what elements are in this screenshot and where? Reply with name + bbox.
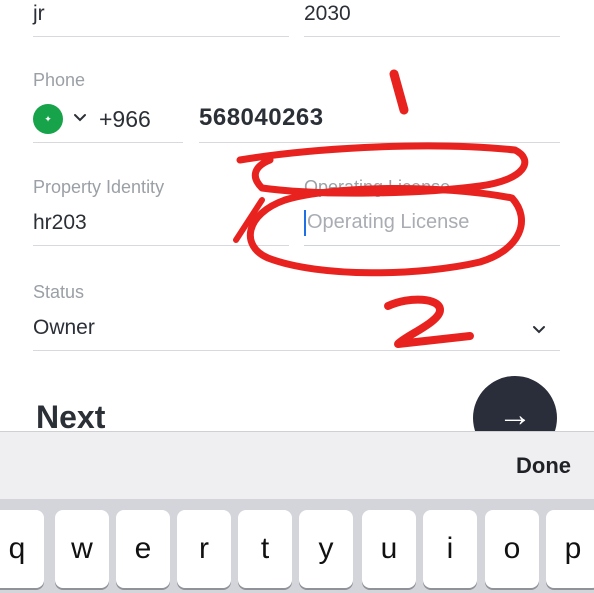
phone-number-input[interactable]: 568040263 (199, 104, 324, 132)
year-underline (304, 36, 560, 37)
key-u[interactable]: u (362, 510, 416, 588)
property-identity-input[interactable]: hr203 (33, 211, 87, 235)
arrow-right-icon: → (498, 395, 532, 434)
key-p[interactable]: p (546, 510, 594, 588)
annotation-arrow (233, 197, 265, 243)
key-w[interactable]: w (55, 510, 109, 588)
country-code[interactable]: +966 (99, 106, 151, 133)
phone-label: Phone (33, 70, 86, 90)
property-identity-underline (33, 245, 289, 246)
annotation-mark-2 (384, 295, 474, 348)
done-button[interactable]: Done (516, 453, 571, 479)
key-y[interactable]: y (299, 510, 353, 588)
status-select[interactable]: Owner (33, 316, 95, 340)
chevron-down-icon[interactable] (71, 108, 89, 126)
key-e[interactable]: e (116, 510, 170, 588)
operating-license-underline (304, 245, 560, 246)
key-t[interactable]: t (238, 510, 292, 588)
key-r[interactable]: r (177, 510, 231, 588)
saudi-flag-icon[interactable]: ✦ (33, 104, 63, 134)
property-identity-label: Property Identity (33, 177, 165, 197)
year-value[interactable]: 2030 (304, 2, 351, 26)
annotation-mark-1 (389, 69, 409, 115)
operating-license-input[interactable]: Operating License (307, 211, 469, 234)
key-o[interactable]: o (485, 510, 539, 588)
first-name-value[interactable]: jr (33, 2, 45, 26)
key-q[interactable]: q (0, 510, 44, 588)
first-name-underline (33, 36, 289, 37)
status-underline (33, 350, 560, 351)
text-cursor (304, 210, 306, 236)
phone-number-underline (199, 142, 560, 143)
status-label: Status (33, 282, 85, 302)
operating-license-label: Operating License (304, 177, 451, 197)
status-chevron-down-icon[interactable] (530, 320, 548, 338)
country-code-underline (33, 142, 183, 143)
keyboard-accessory-bar (0, 431, 594, 500)
key-i[interactable]: i (423, 510, 477, 588)
